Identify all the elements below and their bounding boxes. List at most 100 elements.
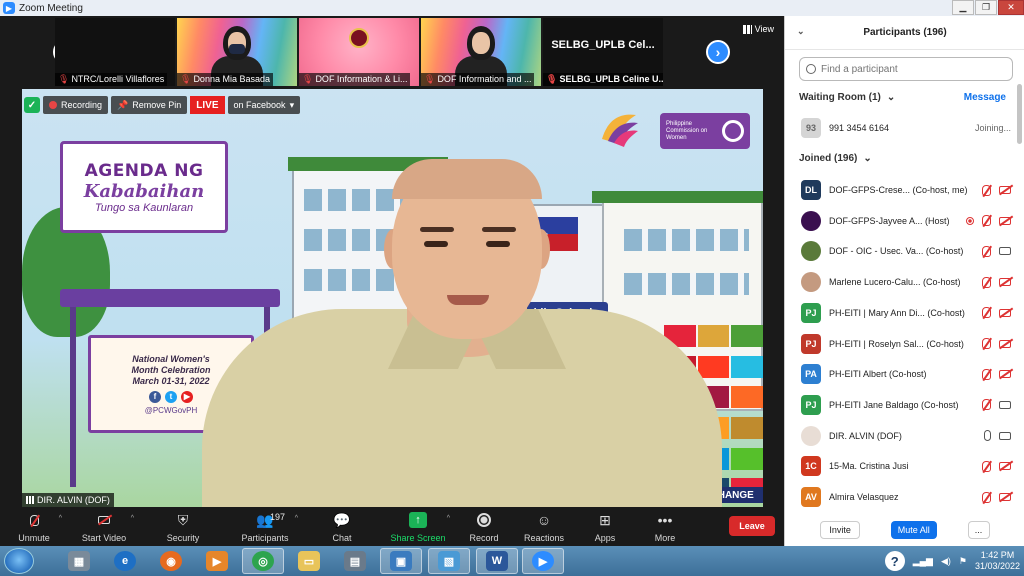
reactions-button[interactable]: ☺ Reactions [512,509,576,546]
thumbnail-tile[interactable]: 🎙 NTRC/Lorelli Villaflores [55,18,175,86]
view-button[interactable]: View [742,24,774,34]
video-off-icon[interactable] [999,462,1011,471]
video-icon[interactable] [999,400,1011,409]
waiting-participant-row[interactable]: 93 991 3454 6164 Joining... [801,117,1011,139]
thumbnail-tile[interactable]: 🎙 Donna Mia Basada [177,18,297,86]
apps-button[interactable]: ⊞ Apps [576,509,634,546]
more-button[interactable]: ••• More [634,509,696,546]
chevron-up-icon[interactable]: ^ [131,515,134,522]
video-off-icon[interactable] [999,370,1011,379]
invite-button[interactable]: Invite [820,521,860,539]
network-icon[interactable]: ▂▄▆ [913,556,933,567]
message-link[interactable]: Message [964,92,1006,103]
leave-button[interactable]: Leave [729,516,775,536]
muted-mic-icon[interactable] [982,184,991,196]
chevron-up-icon[interactable]: ^ [295,515,298,522]
clock-time: 1:42 PM [980,550,1015,560]
search-input[interactable] [821,63,1001,75]
video-off-icon[interactable] [999,493,1011,501]
volume-icon[interactable]: ◀) [941,556,951,567]
muted-mic-icon[interactable] [982,368,991,380]
share-screen-button[interactable]: ↑ ^ Share Screen [380,509,456,546]
muted-mic-icon[interactable] [982,491,991,503]
recording-indicator[interactable]: Recording [43,96,109,114]
participant-search[interactable] [799,57,1013,81]
participants-button[interactable]: 👥 197 ^ Participants [226,509,304,546]
participant-row[interactable]: 1C 15-Ma. Cristina Jusi [801,455,1011,477]
taskbar-calculator[interactable]: ▦ [58,548,100,574]
unmute-button[interactable]: ^ Unmute [0,509,68,546]
participant-row[interactable]: PJ PH-EITI Jane Baldago (Co-host) [801,394,1011,416]
mic-icon[interactable] [984,430,991,442]
panel-scrollbar[interactable] [1017,84,1022,144]
video-off-icon[interactable] [999,339,1011,348]
start-button[interactable] [4,548,34,574]
taskbar-scanner[interactable]: ▤ [334,548,376,574]
minimize-button[interactable]: ▁ [952,0,974,15]
recording-icon[interactable] [966,216,974,225]
restore-button[interactable]: ❐ [975,0,997,15]
chevron-down-icon[interactable]: ⌄ [797,26,805,37]
participant-row[interactable]: DOF-GFPS-Jayvee A... (Host) [801,210,1011,232]
waiting-room-header[interactable]: Waiting Room (1) ⌄ [799,92,895,103]
panel-title: Participants (196) [863,27,947,38]
main-video[interactable]: Public School AGENDA NG Kababaihan Tungo… [22,89,763,507]
taskbar-chrome[interactable]: ◎ [242,548,284,574]
thumbnail-tile[interactable]: 🎙 DOF Information & Li... [299,18,419,86]
video-icon[interactable] [999,247,1011,256]
taskbar-word[interactable]: W [476,548,518,574]
live-target-dropdown[interactable]: on Facebook ▾ [227,96,301,114]
reactions-icon: ☺ [536,512,552,528]
video-off-icon[interactable] [999,216,1011,225]
flag-icon[interactable]: ⚑ [959,556,967,567]
participant-row[interactable]: Marlene Lucero-Calu... (Co-host) [801,271,1011,293]
panel-more-button[interactable]: ... [967,521,990,539]
taskbar-explorer[interactable]: ▭ [288,548,330,574]
taskbar-media[interactable]: ▶ [196,548,238,574]
muted-mic-icon[interactable] [982,307,991,319]
taskbar-firefox[interactable]: ◉ [150,548,192,574]
start-video-button[interactable]: ^ Start Video [68,509,140,546]
chevron-up-icon[interactable]: ^ [447,515,450,522]
muted-mic-icon[interactable] [982,338,991,349]
video-off-icon[interactable] [999,278,1011,287]
participant-row[interactable]: DOF - OIC - Usec. Va... (Co-host) [801,240,1011,262]
participant-status [982,491,1011,503]
help-icon[interactable]: ? [884,551,905,571]
taskbar-photos[interactable]: ▧ [428,548,470,574]
muted-mic-icon[interactable] [982,399,991,411]
participant-row[interactable]: PJ PH-EITI | Mary Ann Di... (Co-host) [801,302,1011,324]
security-button[interactable]: ⛨ Security [140,509,226,546]
participant-row[interactable]: AV Almira Velasquez [801,486,1011,508]
video-icon[interactable] [999,431,1011,440]
remove-pin-button[interactable]: 📌 Remove Pin [111,96,188,114]
clock[interactable]: 1:42 PM 31/03/2022 [975,550,1020,572]
avatar: DL [801,180,821,200]
thumbnail-tile[interactable]: SELBG_UPLB Cel... 🎙 SELBG_UPLB Celine U..… [543,18,663,86]
muted-mic-icon[interactable] [982,460,991,472]
media-player-icon: ▶ [206,551,228,571]
muted-mic-icon[interactable] [982,276,991,288]
taskbar-ie[interactable]: e [104,548,146,574]
thumbnail-tile[interactable]: 🎙 DOF Information and ... [421,18,541,86]
encryption-shield-icon[interactable]: ✓ [24,97,40,113]
avatar [801,210,821,231]
taskbar-zoom[interactable]: ▶ [522,548,564,574]
participant-row[interactable]: PJ PH-EITI | Roselyn Sal... (Co-host) [801,333,1011,355]
participant-row[interactable]: DIR. ALVIN (DOF) [801,425,1011,447]
close-window-button[interactable]: ✕ [998,0,1024,15]
video-off-icon[interactable] [999,186,1011,194]
mute-all-button[interactable]: Mute All [890,521,937,539]
taskbar-app[interactable]: ▣ [380,548,422,574]
muted-mic-icon[interactable] [982,215,991,227]
record-button[interactable]: Record [456,509,512,546]
participant-row[interactable]: DL DOF-GFPS-Crese... (Co-host, me) [801,179,1011,201]
chevron-up-icon[interactable]: ^ [59,515,62,522]
chat-button[interactable]: 💬 Chat [304,509,380,546]
joined-header[interactable]: Joined (196) ⌄ [799,153,872,164]
video-off-icon[interactable] [999,308,1011,317]
live-badge[interactable]: LIVE [190,96,225,114]
participant-row[interactable]: PA PH-EITI Albert (Co-host) [801,363,1011,385]
next-page-button[interactable]: › [706,40,730,64]
muted-mic-icon[interactable] [982,245,991,257]
